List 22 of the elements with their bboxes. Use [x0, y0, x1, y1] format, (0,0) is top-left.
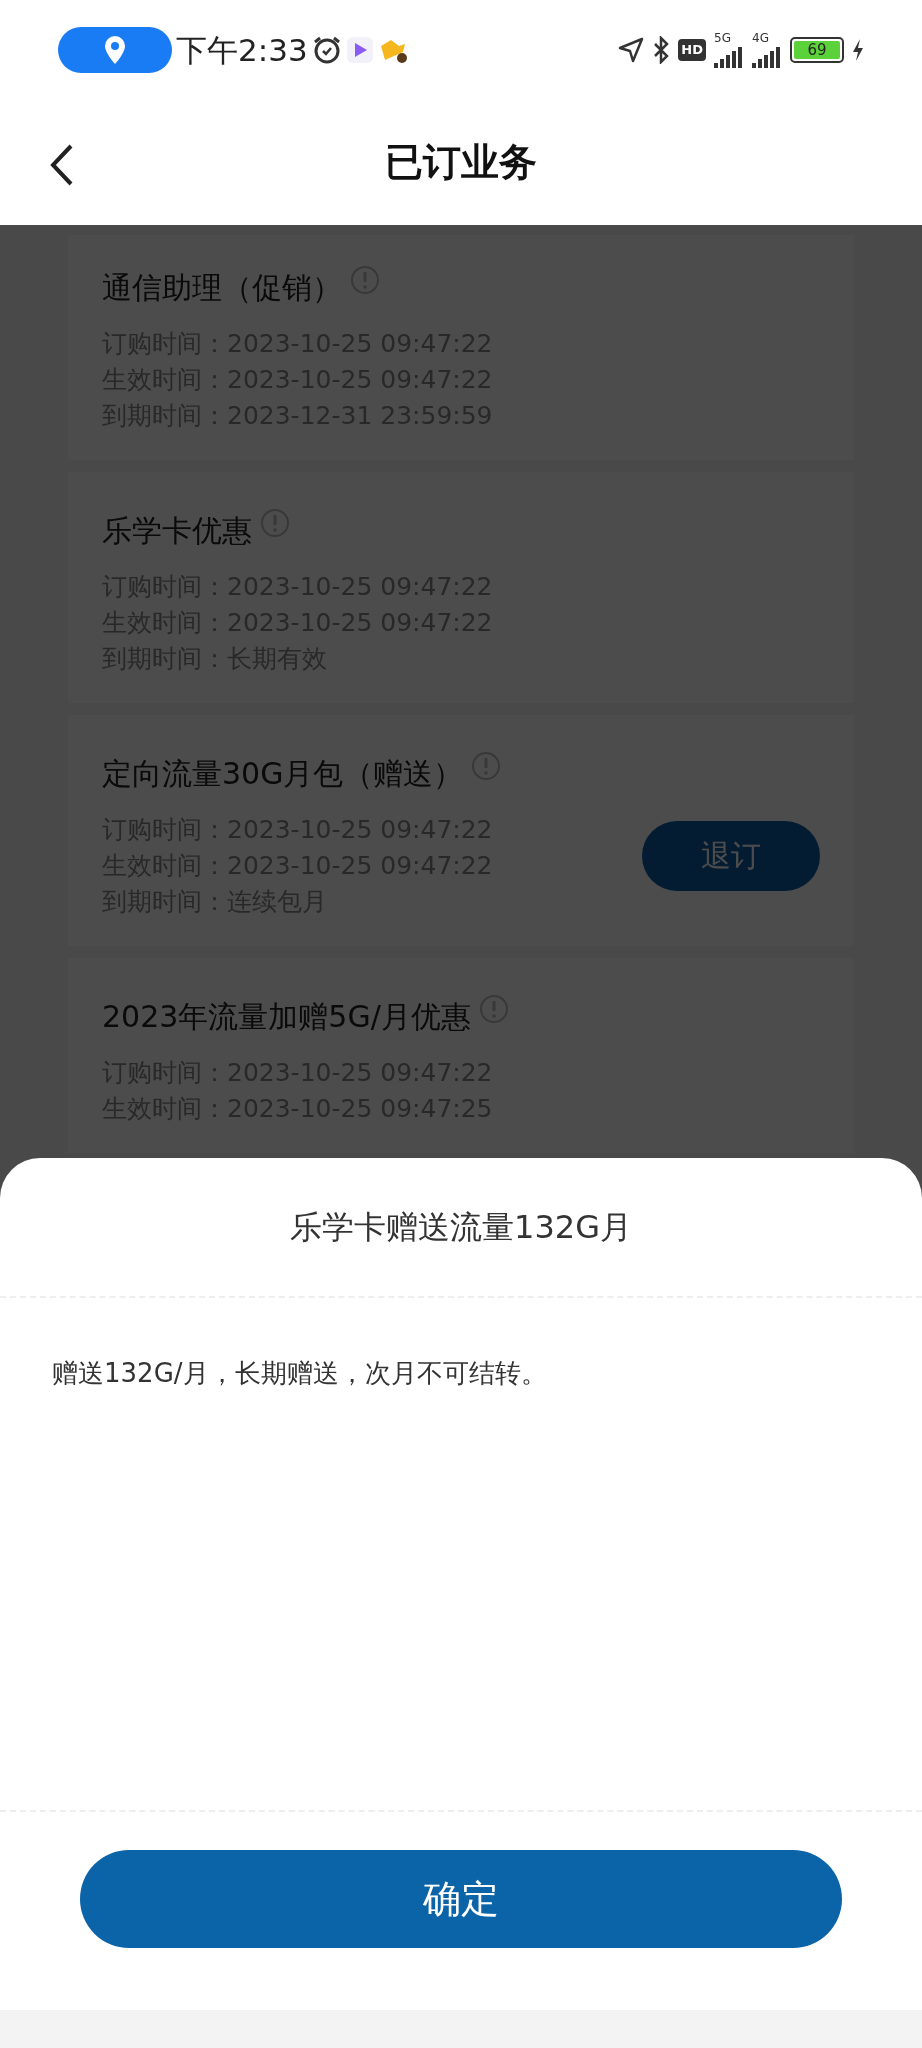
page-title: 已订业务: [385, 139, 537, 186]
service-name: 2023年流量加赠5G/月优惠: [102, 998, 471, 1036]
signal-bars-icon: [714, 44, 744, 68]
back-icon[interactable]: [50, 143, 74, 187]
hd-badge: HD: [678, 39, 706, 61]
sheet-description: 赠送132G/月，长期赠送，次月不可结转。: [0, 1298, 922, 1812]
alarm-clock-icon: [311, 35, 342, 65]
network-type: 5G: [714, 32, 731, 44]
service-name: 定向流量30G月包（赠送）: [102, 755, 464, 793]
bluetooth-icon: [652, 36, 671, 64]
confirm-button[interactable]: 确定: [80, 1850, 842, 1948]
battery-level: 69: [794, 41, 840, 59]
signal-bars-icon: [752, 44, 782, 68]
sheet-title: 乐学卡赠送流量132G月: [0, 1158, 922, 1298]
status-time: 下午2:33: [176, 30, 308, 70]
location-pin-icon: [104, 35, 126, 65]
service-name: 乐学卡优惠: [102, 512, 252, 550]
navigation-arrow-icon: [618, 37, 645, 63]
network-type: 4G: [752, 32, 769, 44]
charging-bolt-icon: [852, 39, 864, 61]
play-app-icon: [345, 36, 374, 64]
service-name: 通信助理（促销）: [102, 269, 342, 307]
